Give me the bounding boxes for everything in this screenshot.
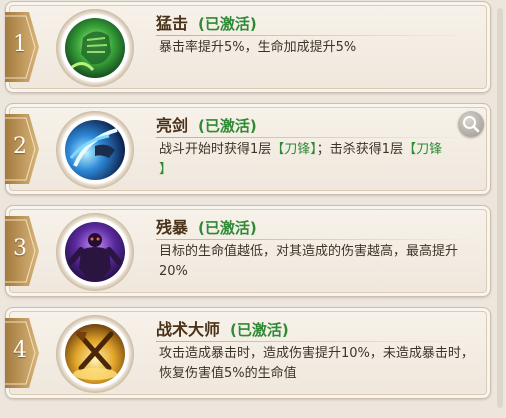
skill-title: 猛击 (已激活)	[156, 10, 257, 34]
skill-title: 亮剑 (已激活)	[156, 112, 257, 136]
number-tab: 4	[5, 318, 39, 388]
number-tab: 1	[5, 12, 39, 82]
skill-status: (已激活)	[198, 117, 257, 135]
skill-number: 1	[13, 32, 27, 57]
skill-card-4[interactable]: 4 战术大师 (已激活) 攻击造成暴击时，造成伤害提升10%，未造成暴击时，恢复…	[5, 307, 491, 399]
skill-title: 残暴 (已激活)	[156, 214, 257, 238]
keyword-blade[interactable]: 【刀锋】	[271, 142, 317, 157]
blue-blade-icon	[56, 111, 134, 189]
skill-status: (已激活)	[230, 321, 289, 339]
desc-text: 战斗开始时获得1层	[159, 142, 272, 157]
divider	[156, 35, 474, 36]
number-tab: 3	[5, 216, 39, 286]
skill-description: 目标的生命值越低，对其造成的伤害越高，最高提升20%	[159, 244, 459, 279]
golden-weapons-icon	[56, 315, 134, 393]
divider	[156, 137, 474, 138]
skill-card-1[interactable]: 1 猛击 (已激活) 暴击率提升5%，生命加成提升5%	[5, 1, 491, 93]
desc-text: ；击杀获得1层	[316, 142, 404, 157]
skill-name: 残暴	[156, 218, 189, 237]
skill-status: (已激活)	[198, 219, 257, 237]
divider	[156, 239, 474, 240]
number-tab: 2	[5, 114, 39, 184]
skill-list: 1 猛击 (已激活) 暴击率提升5%，生命加成提升5% 2 亮剑 (已激活) 战…	[0, 0, 506, 418]
skill-number: 3	[13, 236, 27, 261]
skill-name: 亮剑	[156, 116, 189, 135]
magnifier-icon[interactable]	[458, 111, 484, 137]
scrollbar[interactable]	[497, 8, 503, 408]
green-fist-icon	[56, 9, 134, 87]
skill-number: 2	[13, 134, 27, 159]
skill-card-2[interactable]: 2 亮剑 (已激活) 战斗开始时获得1层【刀锋】；击杀获得1层【刀锋 】	[5, 103, 491, 195]
scrollbar-thumb[interactable]	[497, 8, 503, 408]
skill-name: 战术大师	[156, 320, 221, 339]
divider	[156, 341, 474, 342]
keyword-blade-end: 】	[159, 162, 173, 177]
skill-description: 攻击造成暴击时，造成伤害提升10%，未造成暴击时，恢复伤害值5%的生命值	[159, 346, 474, 381]
skill-card-3[interactable]: 3 残暴 (已激活) 目标的生命值越低，对其造成的伤害越高，最高提升20%	[5, 205, 491, 297]
skill-description: 战斗开始时获得1层【刀锋】；击杀获得1层【刀锋】	[159, 140, 477, 180]
skill-title: 战术大师 (已激活)	[156, 316, 289, 340]
skill-status: (已激活)	[198, 15, 257, 33]
skill-number: 4	[13, 338, 27, 363]
skill-description: 暴击率提升5%，生命加成提升5%	[159, 40, 357, 55]
keyword-blade[interactable]: 【刀锋	[403, 142, 442, 157]
purple-brute-icon	[56, 213, 134, 291]
skill-name: 猛击	[156, 14, 189, 33]
